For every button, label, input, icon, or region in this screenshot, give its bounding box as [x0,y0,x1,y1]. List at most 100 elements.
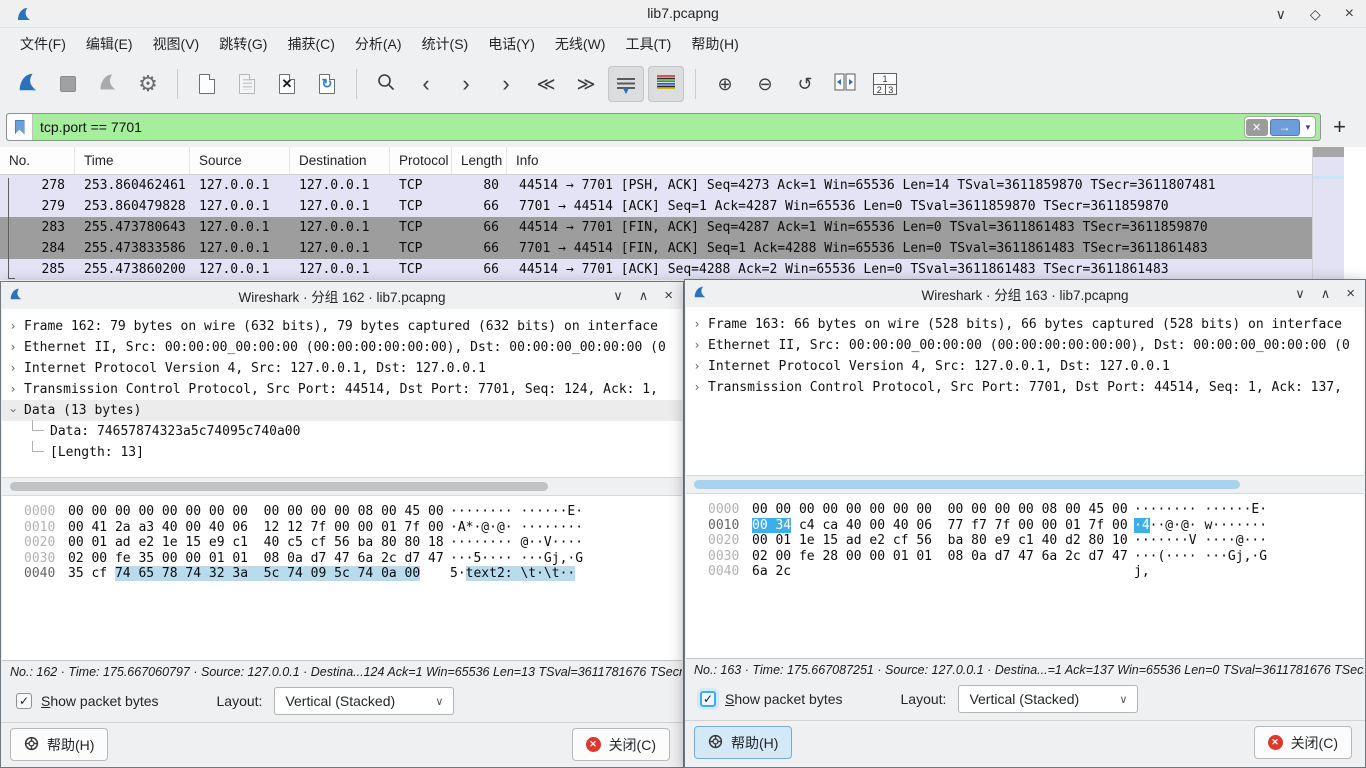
hex-row[interactable]: 001000 34 c4 ca 40 00 40 06 77 f7 7f 00 … [708,518,1364,534]
tree-row-ip[interactable]: ›Internet Protocol Version 4, Src: 127.0… [686,356,1364,377]
last-packet-button[interactable]: ≫ [568,66,604,102]
filter-dropdown-caret[interactable]: ▾ [1302,122,1315,133]
chevron-right-icon[interactable]: › [686,335,708,356]
start-capture-button[interactable] [10,66,46,102]
table-row[interactable]: 279253.860479828 127.0.0.1127.0.0.1 TCP6… [0,196,1312,217]
column-header-length[interactable]: Length [452,147,507,174]
show-packet-bytes-checkbox[interactable]: ✓ [16,693,32,709]
hex-row[interactable]: 002000 01 ad e2 1e 15 e9 c1 40 c5 cf 56 … [24,535,682,551]
column-header-protocol[interactable]: Protocol [390,147,452,174]
go-back-button[interactable]: ‹ [408,66,444,102]
tree-row-data-length[interactable]: [Length: 13] [2,442,682,463]
chevron-right-icon[interactable]: › [2,316,24,337]
menu-item-telephony[interactable]: 电话(Y) [478,29,545,59]
close-icon[interactable]: × [1345,5,1354,23]
colorize-packets-button[interactable] [648,66,684,102]
table-row[interactable]: 278253.860462461 127.0.0.1127.0.0.1 TCP8… [0,175,1312,196]
filter-clear-button[interactable]: ✕ [1246,119,1268,136]
restart-capture-button[interactable] [90,66,126,102]
minimize-icon[interactable]: ∨ [1276,6,1286,23]
hex-row[interactable]: 003002 00 fe 28 00 00 01 01 08 0a d7 47 … [708,549,1364,565]
table-row[interactable]: 283255.473780643 127.0.0.1127.0.0.1 TCP6… [0,217,1312,238]
close-icon[interactable]: × [1346,285,1355,302]
menu-item-edit[interactable]: 编辑(E) [76,29,143,59]
close-button[interactable]: ✕ 关闭(C) [572,728,670,761]
help-button[interactable]: 帮助(H) [10,728,108,761]
tree-row-frame[interactable]: ›Frame 163: 66 bytes on wire (528 bits),… [686,314,1364,335]
scrollbar-thumb[interactable] [1313,147,1344,157]
close-file-button[interactable]: ✕ [269,66,305,102]
filter-bookmark-button[interactable] [7,114,33,140]
tree-row-ip[interactable]: ›Internet Protocol Version 4, Src: 127.0… [2,358,682,379]
zoom-reset-button[interactable]: ↺ [787,66,823,102]
column-header-time[interactable]: Time [75,147,190,174]
horizontal-scrollbar[interactable] [686,475,1364,494]
layout-select[interactable]: Vertical (Stacked) ∨ [274,687,454,715]
scrollbar-thumb[interactable] [10,482,548,491]
maximize-icon[interactable]: ◇ [1310,6,1321,23]
column-header-info[interactable]: Info [507,147,1312,174]
go-to-packet-button[interactable]: › [488,66,524,102]
hex-dump[interactable]: 000000 00 00 00 00 00 00 00 00 00 00 00 … [2,496,682,660]
hex-row[interactable]: 001000 41 2a a3 40 00 40 06 12 12 7f 00 … [24,520,682,536]
maximize-icon[interactable]: ∧ [639,288,649,304]
maximize-icon[interactable]: ∧ [1321,286,1331,302]
hex-row[interactable]: 002000 01 1e 15 ad e2 cf 56 ba 80 e9 c1 … [708,533,1364,549]
reload-file-button[interactable]: ↻ [309,66,345,102]
menu-item-capture[interactable]: 捕获(C) [277,29,344,59]
hex-row[interactable]: 000000 00 00 00 00 00 00 00 00 00 00 00 … [708,502,1364,518]
packet-list-scrollbar[interactable] [1312,147,1344,281]
chevron-right-icon[interactable]: › [2,379,24,400]
layout-select[interactable]: Vertical (Stacked) ∨ [958,685,1138,713]
filter-apply-button[interactable]: → [1270,119,1300,136]
menu-item-wireless[interactable]: 无线(W) [545,29,616,59]
hex-row[interactable]: 000000 00 00 00 00 00 00 00 00 00 00 00 … [24,504,682,520]
show-packet-bytes-checkbox[interactable]: ✓ [700,691,716,707]
hex-row[interactable]: 00406a 2cj, [708,564,1364,580]
chevron-right-icon[interactable]: › [686,356,708,377]
table-row[interactable]: 285255.473860200 127.0.0.1127.0.0.1 TCP6… [0,259,1312,280]
zoom-in-button[interactable]: ⊕ [707,66,743,102]
tree-row-ethernet[interactable]: ›Ethernet II, Src: 00:00:00_00:00:00 (00… [2,337,682,358]
stop-capture-button[interactable] [50,66,86,102]
layout-button[interactable]: 1 23 [867,66,903,102]
hex-dump[interactable]: 000000 00 00 00 00 00 00 00 00 00 00 00 … [686,494,1364,658]
open-file-button[interactable] [189,66,225,102]
column-header-destination[interactable]: Destination [290,147,390,174]
minimize-icon[interactable]: ∨ [613,288,623,304]
close-button[interactable]: ✕ 关闭(C) [1254,726,1352,759]
column-header-source[interactable]: Source [190,147,290,174]
menu-item-statistics[interactable]: 统计(S) [412,29,479,59]
chevron-right-icon[interactable]: › [2,337,24,358]
hex-row[interactable]: 003002 00 fe 35 00 00 01 01 08 0a d7 47 … [24,551,682,567]
menu-item-go[interactable]: 跳转(G) [209,29,277,59]
find-packet-button[interactable] [368,66,404,102]
auto-scroll-button[interactable]: ▼ [608,66,644,102]
menu-item-help[interactable]: 帮助(H) [681,29,748,59]
first-packet-button[interactable]: ≪ [528,66,564,102]
hex-row[interactable]: 004035 cf 74 65 78 74 32 3a 5c 74 09 5c … [24,566,682,582]
scrollbar-thumb[interactable] [694,480,1240,489]
tree-row-frame[interactable]: ›Frame 162: 79 bytes on wire (632 bits),… [2,316,682,337]
chevron-right-icon[interactable]: › [686,377,708,398]
horizontal-scrollbar[interactable] [2,477,682,496]
chevron-down-icon[interactable]: › [3,400,24,422]
chevron-right-icon[interactable]: › [686,314,708,335]
display-filter-input[interactable]: ✕ → ▾ [6,113,1321,141]
resize-columns-button[interactable] [827,66,863,102]
zoom-out-button[interactable]: ⊖ [747,66,783,102]
table-row[interactable]: 284255.473833586 127.0.0.1127.0.0.1 TCP6… [0,238,1312,259]
filter-text-input[interactable] [33,119,433,135]
tree-row-tcp[interactable]: ›Transmission Control Protocol, Src Port… [686,377,1364,398]
menu-item-analyze[interactable]: 分析(A) [345,29,412,59]
close-icon[interactable]: × [664,287,673,304]
tree-row-data-value[interactable]: Data: 74657874323a5c74095c740a00 [2,421,682,442]
save-file-button[interactable] [229,66,265,102]
go-forward-button[interactable]: › [448,66,484,102]
column-header-no[interactable]: No. [0,147,75,174]
menu-item-view[interactable]: 视图(V) [143,29,210,59]
chevron-right-icon[interactable]: › [2,358,24,379]
minimize-icon[interactable]: ∨ [1295,286,1305,302]
tree-row-ethernet[interactable]: ›Ethernet II, Src: 00:00:00_00:00:00 (00… [686,335,1364,356]
tree-row-tcp[interactable]: ›Transmission Control Protocol, Src Port… [2,379,682,400]
